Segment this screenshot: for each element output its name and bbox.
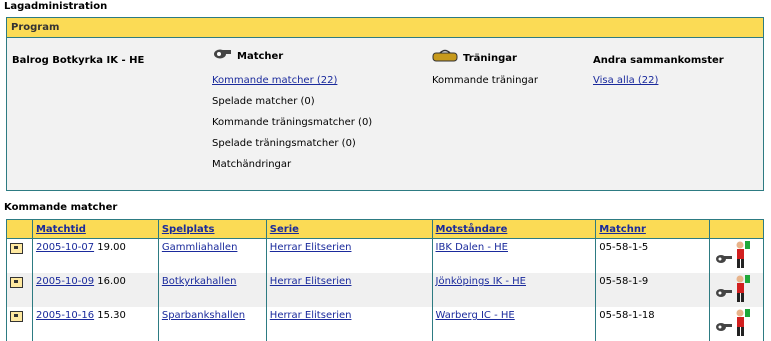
column-header-serie[interactable]: Serie: [265, 219, 433, 239]
table-header-row: Matchtid Spelplats Serie Motståndare Mat…: [6, 219, 764, 239]
table-row: 2005-10-16 15.30 Sparbankshallen Herrar …: [6, 307, 764, 341]
table-row: 2005-10-07 19.00 Gammliahallen Herrar El…: [6, 238, 764, 273]
referee-icon[interactable]: [732, 274, 752, 304]
match-detail-icon[interactable]: [10, 243, 23, 254]
match-number: 05-58-1-18: [599, 310, 655, 321]
match-time: 16.00: [97, 276, 126, 287]
visa-alla-link[interactable]: Visa alla (22): [593, 75, 658, 86]
venue-link[interactable]: Sparbankshallen: [162, 310, 245, 321]
training-bag-icon: [431, 49, 461, 66]
series-link[interactable]: Herrar Elitserien: [270, 276, 352, 287]
matcher-title: Matcher: [237, 51, 284, 62]
page-title: Lagadministration: [4, 1, 108, 12]
match-time: 15.30: [97, 310, 126, 321]
kommande-traningar: Kommande träningar: [432, 75, 539, 86]
column-header-motstandare[interactable]: Motståndare: [431, 219, 597, 239]
match-number: 05-58-1-5: [599, 242, 649, 253]
column-header-actions: [709, 219, 764, 239]
kommande-matcher-title: Kommande matcher: [4, 202, 118, 213]
program-header: Program: [7, 18, 763, 38]
traningar-title: Träningar: [463, 53, 517, 64]
matches-table: Matchtid Spelplats Serie Motståndare Mat…: [6, 219, 764, 341]
whistle-icon[interactable]: [714, 288, 734, 298]
venue-link[interactable]: Botkyrkahallen: [162, 276, 237, 287]
column-header-matchtid[interactable]: Matchtid: [31, 219, 159, 239]
opponent-link[interactable]: IBK Dalen - HE: [436, 242, 508, 253]
kommande-matcher-link[interactable]: Kommande matcher (22): [212, 75, 337, 86]
match-detail-icon[interactable]: [10, 311, 23, 322]
match-date-link[interactable]: 2005-10-16: [36, 310, 94, 321]
match-number: 05-58-1-9: [599, 276, 649, 287]
spelade-matcher: Spelade matcher (0): [212, 96, 315, 107]
table-row: 2005-10-09 16.00 Botkyrkahallen Herrar E…: [6, 273, 764, 307]
series-link[interactable]: Herrar Elitserien: [270, 310, 352, 321]
column-header-matchnr[interactable]: Matchnr: [595, 219, 711, 239]
whistle-icon[interactable]: [714, 254, 734, 264]
opponent-link[interactable]: Jönköpings IK - HE: [436, 276, 526, 287]
column-header-spelplats[interactable]: Spelplats: [157, 219, 267, 239]
match-detail-icon[interactable]: [10, 277, 23, 288]
andra-sammankomster-title: Andra sammankomster: [593, 55, 724, 66]
spelade-traningsmatcher: Spelade träningsmatcher (0): [212, 138, 356, 149]
opponent-link[interactable]: Warberg IC - HE: [436, 310, 515, 321]
venue-link[interactable]: Gammliahallen: [162, 242, 238, 253]
series-link[interactable]: Herrar Elitserien: [270, 242, 352, 253]
program-panel: Program: [6, 17, 764, 191]
kommande-traningsmatcher: Kommande träningsmatcher (0): [212, 117, 373, 128]
team-name: Balrog Botkyrka IK - HE: [12, 55, 145, 66]
column-header-icon: [6, 219, 33, 239]
match-date-link[interactable]: 2005-10-07: [36, 242, 94, 253]
whistle-icon: [212, 46, 234, 63]
referee-icon[interactable]: [732, 240, 752, 270]
matchandringar: Matchändringar: [212, 159, 292, 170]
match-time: 19.00: [97, 242, 126, 253]
match-date-link[interactable]: 2005-10-09: [36, 276, 94, 287]
whistle-icon[interactable]: [714, 322, 734, 332]
